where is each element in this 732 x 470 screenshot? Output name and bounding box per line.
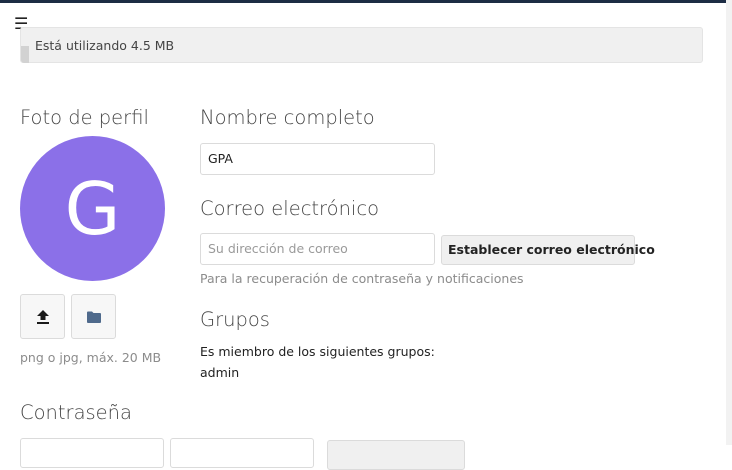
set-email-button[interactable]: Establecer correo electrónico xyxy=(441,235,655,265)
photo-format-hint: png o jpg, máx. 20 MB xyxy=(20,350,162,365)
new-password-input[interactable] xyxy=(170,438,314,468)
avatar: G xyxy=(20,136,165,281)
email-hint: Para la recuperación de contraseña y not… xyxy=(200,271,524,286)
storage-quota-bar: Está utilizando 4.5 MB xyxy=(20,27,703,63)
choose-from-files-button[interactable] xyxy=(71,294,116,339)
profile-photo-heading: Foto de perfil xyxy=(20,106,149,129)
scrollbar-track[interactable] xyxy=(726,0,732,445)
current-password-input[interactable] xyxy=(20,438,164,468)
groups-description: Es miembro de los siguientes grupos: xyxy=(200,344,435,359)
groups-heading: Grupos xyxy=(200,308,270,331)
avatar-letter: G xyxy=(64,166,121,251)
folder-icon xyxy=(86,311,101,323)
quota-usage-text: Está utilizando 4.5 MB xyxy=(35,38,175,53)
upload-icon xyxy=(36,309,49,324)
password-heading: Contraseña xyxy=(20,401,132,424)
full-name-input[interactable]: GPA xyxy=(200,143,435,175)
top-header-bar xyxy=(0,0,726,3)
group-item-admin: admin xyxy=(200,365,240,380)
quota-usage-fill xyxy=(21,46,29,63)
email-input[interactable]: Su dirección de correo xyxy=(200,233,435,265)
full-name-heading: Nombre completo xyxy=(200,106,375,129)
email-heading: Correo electrónico xyxy=(200,197,380,220)
upload-photo-button[interactable] xyxy=(20,294,65,339)
